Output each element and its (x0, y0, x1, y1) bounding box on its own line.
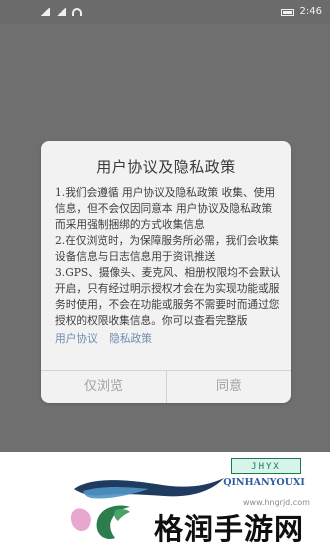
cellular-signal-icon (40, 8, 50, 16)
dialog-paragraph-3: 3.GPS、摄像头、麦克风、相册权限均不会默认开启，只有经过明示授权才会在为实现… (55, 266, 281, 327)
dialog-paragraph-2: 2.在仅浏览时，为保障服务所必需，我们会收集设备信息与日志信息用于资讯推送 (55, 234, 279, 263)
dialog-paragraph-1: 1.我们会遵循 用户协议及隐私政策 收集、使用信息，但不会仅因同意本 用户协议及… (55, 186, 276, 231)
brand-badge: JHYX (231, 458, 301, 474)
user-agreement-link[interactable]: 用户协议 (55, 332, 98, 345)
status-time: 2:46 (299, 6, 322, 17)
policy-links: 用户协议 隐私政策 (55, 331, 281, 347)
dialog-title: 用户协议及隐私政策 (96, 158, 236, 176)
privacy-policy-link[interactable]: 隐私政策 (109, 332, 152, 345)
dialog-body: 1.我们会遵循 用户协议及隐私政策 收集、使用信息，但不会仅因同意本 用户协议及… (55, 185, 281, 355)
agree-button[interactable]: 同意 (167, 371, 291, 403)
cellular-signal-icon-2 (56, 8, 66, 16)
brand-text: QINHANYOUXI (223, 477, 305, 488)
privacy-dialog: 用户协议及隐私政策 1.我们会遵循 用户协议及隐私政策 收集、使用信息，但不会仅… (41, 141, 291, 403)
battery-icon (280, 8, 294, 16)
watermark-footer: JHYX QINHANYOUXI www.hngrjd.com 格润手游网 (0, 452, 330, 550)
browse-only-button[interactable]: 仅浏览 (41, 371, 166, 403)
site-name: 格润手游网 (154, 512, 305, 546)
status-bar: 2:46 (0, 0, 330, 24)
wifi-icon (72, 8, 82, 16)
status-left (40, 8, 82, 16)
status-right: 2:46 (280, 6, 322, 18)
